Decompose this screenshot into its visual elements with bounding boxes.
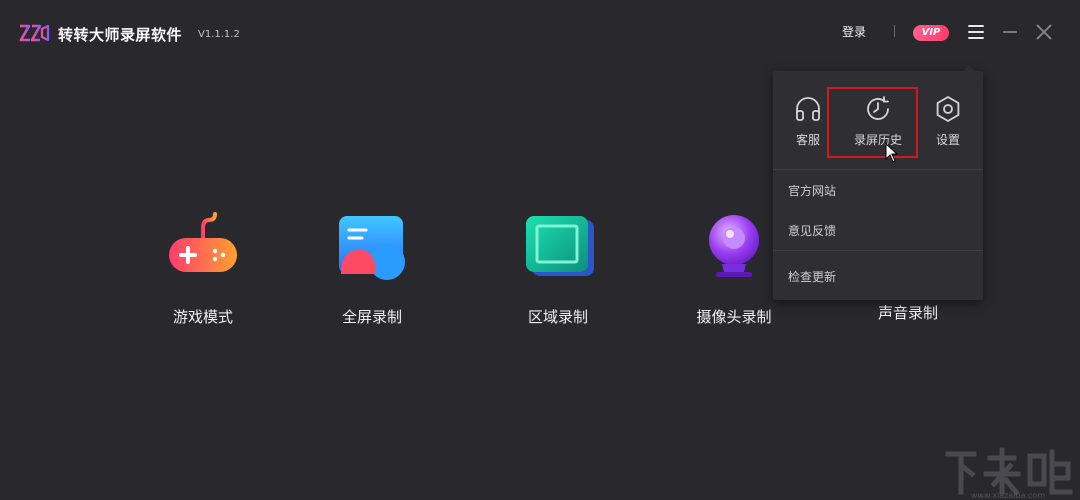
feature-label: 区域录制: [527, 308, 588, 326]
menu-icon[interactable]: [966, 22, 986, 42]
camera-icon: [709, 215, 759, 277]
menu-item-settings[interactable]: 设置: [916, 95, 980, 148]
watermark-logo: www.xiazaiba.com: [945, 447, 1073, 500]
vip-badge[interactable]: VIP: [913, 25, 949, 41]
menu-link-official-site[interactable]: 官方网站: [788, 182, 836, 199]
app-version: V1.1.1.2: [198, 29, 240, 40]
app-logo-icon: [19, 24, 50, 42]
fullscreen-record-icon: [339, 216, 405, 280]
feature-label: 摄像头录制: [696, 308, 772, 326]
login-link[interactable]: 登录: [842, 23, 866, 40]
feature-area-record[interactable]: 区域录制: [488, 210, 628, 327]
feature-label: 声音录制: [877, 304, 938, 322]
settings-hexagon-icon: [936, 96, 960, 122]
header-divider: [894, 25, 895, 37]
menu-link-check-update[interactable]: 检查更新: [788, 268, 836, 285]
menu-link-feedback[interactable]: 意见反馈: [788, 222, 836, 239]
svg-text:www.xiazaiba.com: www.xiazaiba.com: [971, 491, 1045, 500]
menu-divider: [773, 250, 983, 251]
menu-item-label: 设置: [935, 133, 960, 147]
app-title: 转转大师录屏软件: [58, 26, 183, 44]
feature-fullscreen-record[interactable]: 全屏录制: [302, 210, 442, 327]
headset-icon: [796, 97, 820, 121]
menu-divider: [773, 169, 983, 170]
feature-game-mode[interactable]: 游戏模式: [133, 210, 273, 327]
minimize-icon[interactable]: [1000, 22, 1020, 42]
gamepad-icon: [169, 212, 237, 272]
highlight-box: [827, 87, 918, 158]
feature-label: 游戏模式: [172, 308, 233, 326]
close-icon[interactable]: [1034, 22, 1054, 42]
main-menu-dropdown: 客服 录屏历史 设置 官方网站 意见反馈 检查更新: [773, 65, 983, 300]
feature-label: 全屏录制: [341, 308, 402, 326]
mouse-cursor-icon: [885, 143, 899, 163]
area-record-icon: [526, 216, 594, 276]
